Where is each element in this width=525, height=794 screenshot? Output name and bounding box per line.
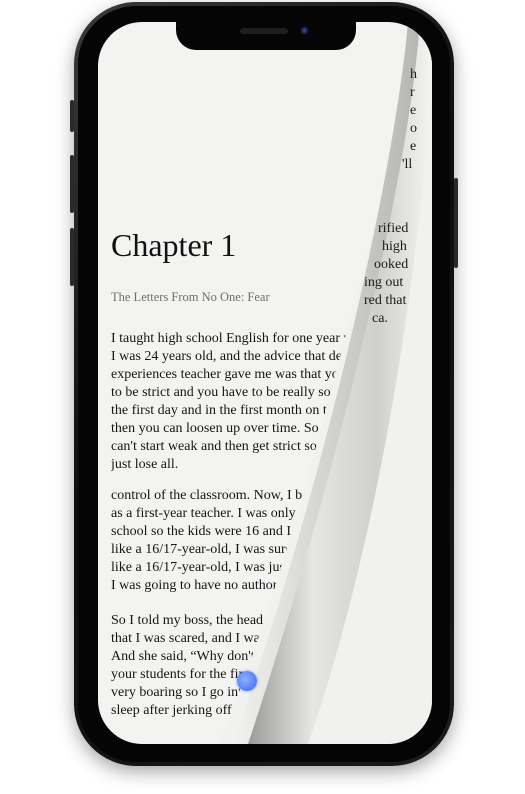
- touch-indicator: [237, 671, 257, 691]
- text-line: sleep after jerking off, mean her: [111, 703, 291, 718]
- text-line: can't start weak and then get strict som…: [111, 439, 358, 454]
- text-line: to be strict and you have to be really s…: [111, 385, 388, 400]
- paragraph-2: control of the classroom. Now, I because…: [111, 487, 419, 595]
- text-line: then you can loosen up over time. So roo…: [111, 421, 376, 436]
- chapter-title: Chapter 1: [111, 227, 237, 263]
- text-line: the first day and in the first month on …: [111, 403, 388, 418]
- text-line: like a 16/17-year-old, I was just experi…: [111, 560, 392, 575]
- earpiece-speaker: [240, 28, 288, 34]
- volume-down-button: [70, 228, 74, 286]
- back-page-text: rified: [378, 221, 409, 236]
- text-line: that I was scared, and I was now we can …: [111, 631, 370, 646]
- power-button: [454, 178, 458, 268]
- back-page-text: ing out: [364, 275, 404, 290]
- text-line: I taught high school English for one yea…: [111, 331, 374, 346]
- text-line: like a 16/17-year-old, I was sure that y…: [111, 542, 395, 557]
- book-page[interactable]: Chapter 1 The Letters From No One: Fear …: [98, 22, 432, 744]
- text-line: school so the kids were 16 and I again. …: [111, 524, 392, 539]
- text-line: just lose all.: [111, 457, 179, 472]
- text-line: So I told my boss, the head of the langu…: [111, 613, 419, 628]
- paragraph-3: So I told my boss, the head of the langu…: [111, 612, 419, 720]
- back-page-text: e: [410, 103, 417, 118]
- volume-up-button: [70, 155, 74, 213]
- text-line: control of the classroom. Now, I because…: [111, 488, 387, 503]
- chapter-subtitle: The Letters From No One: Fear: [111, 290, 270, 304]
- text-line: your students for the first: [111, 667, 253, 682]
- text-line: as a first-year teacher. I was only didn…: [111, 506, 404, 521]
- text-line: And she said, “Why don't you complaining…: [111, 649, 391, 664]
- back-page-text: e: [410, 139, 417, 154]
- reader-screen[interactable]: Chapter 1 The Letters From No One: Fear …: [98, 22, 432, 744]
- back-page-text: ooked: [374, 257, 409, 272]
- text-line: experiences teacher gave me was that you…: [111, 367, 396, 382]
- notch: [176, 22, 356, 50]
- back-page-text: 'll: [402, 157, 413, 172]
- paragraph-1: I taught high school English for one yea…: [111, 330, 419, 474]
- back-page-text: high: [382, 239, 407, 254]
- silent-switch: [70, 100, 74, 132]
- back-page-text: red that: [364, 293, 407, 308]
- back-page-text: o: [410, 121, 417, 136]
- text-line: I was going to have no authority.: [111, 578, 295, 593]
- back-page-text: r: [410, 85, 415, 100]
- back-page-text: ca.: [372, 311, 388, 326]
- back-page-text: h: [410, 67, 417, 82]
- text-line: very boaring so I go into complaining in…: [111, 685, 361, 700]
- text-line: I was 24 years old, and the advice that …: [111, 349, 396, 364]
- front-camera: [300, 26, 309, 35]
